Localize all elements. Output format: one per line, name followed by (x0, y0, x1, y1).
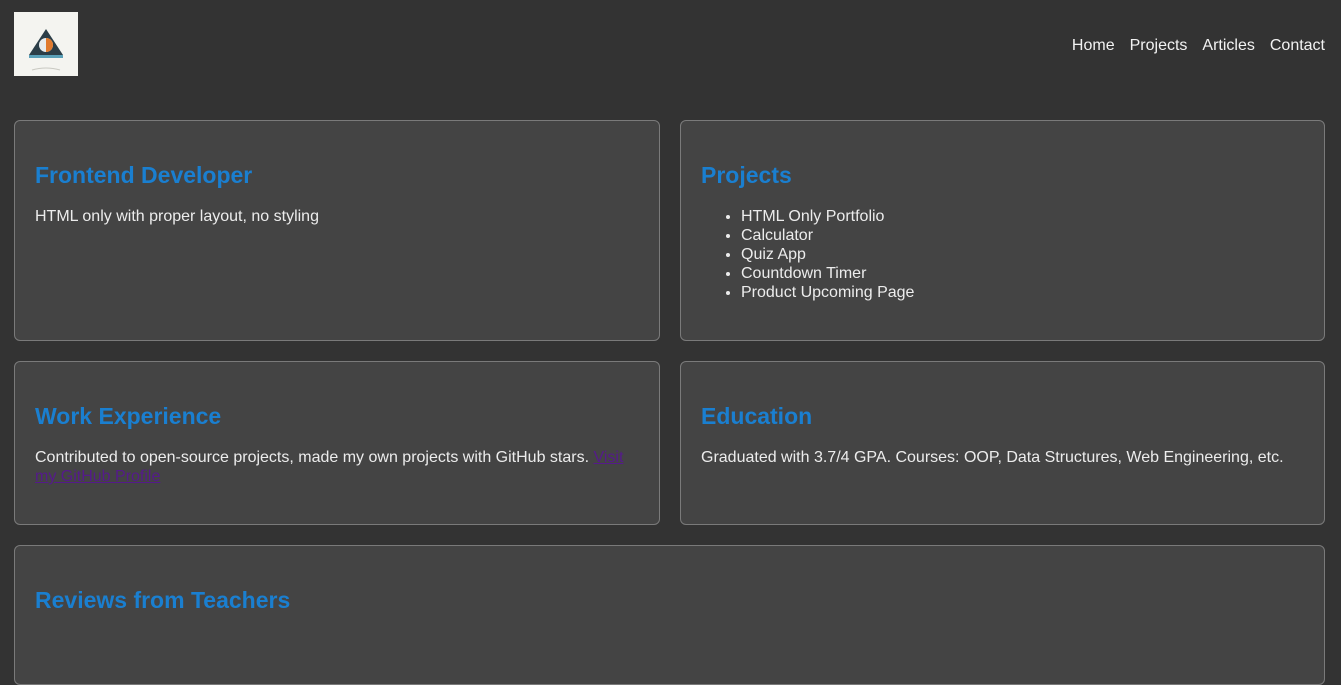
site-logo[interactable] (14, 12, 78, 76)
project-item: Quiz App (741, 245, 1304, 264)
work-experience-text: Contributed to open-source projects, mad… (35, 448, 639, 486)
work-experience-title: Work Experience (35, 403, 222, 429)
projects-title: Projects (701, 162, 792, 188)
project-item: HTML Only Portfolio (741, 207, 1304, 226)
work-experience-card: Work Experience Contributed to open-sour… (14, 361, 660, 525)
projects-card: Projects HTML Only Portfolio Calculator … (680, 120, 1325, 341)
education-text: Graduated with 3.7/4 GPA. Courses: OOP, … (701, 449, 1284, 466)
work-experience-desc: Contributed to open-source projects, mad… (35, 449, 594, 466)
site-header: Home Projects Articles Contact (0, 0, 1341, 90)
project-item: Calculator (741, 226, 1304, 245)
project-item: Countdown Timer (741, 264, 1304, 283)
nav-projects-link[interactable]: Projects (1130, 37, 1188, 55)
frontend-title: Frontend Developer (35, 162, 253, 188)
nav-home-link[interactable]: Home (1072, 37, 1115, 55)
frontend-card: Frontend Developer HTML only with proper… (14, 120, 660, 341)
projects-list: HTML Only Portfolio Calculator Quiz App … (701, 207, 1304, 302)
reviews-card: Reviews from Teachers (14, 545, 1325, 685)
reviews-title: Reviews from Teachers (35, 587, 291, 613)
frontend-text: HTML only with proper layout, no styling (35, 208, 319, 225)
nav-contact-link[interactable]: Contact (1270, 37, 1325, 55)
education-card: Education Graduated with 3.7/4 GPA. Cour… (680, 361, 1325, 525)
education-title: Education (701, 403, 813, 429)
project-item: Product Upcoming Page (741, 283, 1304, 302)
nav-articles-link[interactable]: Articles (1202, 37, 1254, 55)
logo-icon (29, 29, 63, 71)
main-nav: Home Projects Articles Contact (1072, 37, 1325, 55)
